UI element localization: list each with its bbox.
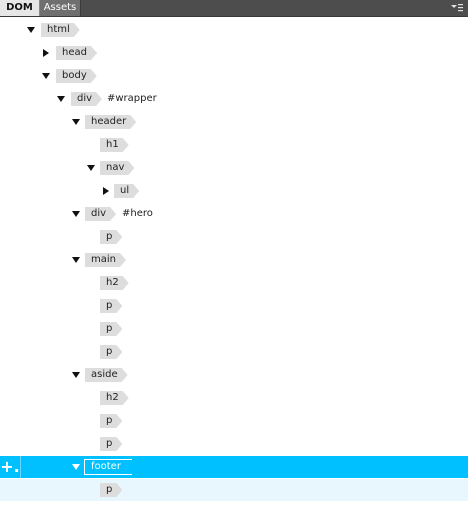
tag-pill[interactable]: div [85,207,116,221]
tree-row-p[interactable]: p [0,479,468,501]
panel-tab-bar: DOM Assets [0,0,468,17]
tree-row-footer[interactable]: +. footer [0,456,468,478]
tag-pill[interactable]: aside [85,368,128,382]
tree-row-html[interactable]: html [0,19,468,41]
tree-row-div-wrapper[interactable]: div #wrapper [0,88,468,110]
tree-row-p[interactable]: p [0,318,468,340]
tree-row-p[interactable]: p [0,341,468,363]
expanded-arrow-icon[interactable] [71,462,81,472]
tree-row-p[interactable]: p [0,226,468,248]
expanded-arrow-icon[interactable] [71,255,81,265]
tree-row-ul[interactable]: ul [0,180,468,202]
dom-panel: DOM Assets html head body div #wrapper h… [0,0,468,513]
element-id-label: #wrapper [107,93,157,104]
element-id-label: #hero [122,208,153,219]
tree-row-body[interactable]: body [0,65,468,87]
expanded-arrow-icon[interactable] [26,25,36,35]
tree-row-div-hero[interactable]: div #hero [0,203,468,225]
tag-pill[interactable]: p [100,437,122,451]
tag-pill[interactable]: p [100,299,122,313]
tag-pill[interactable]: h1 [100,138,129,152]
tree-row-h1[interactable]: h1 [0,134,468,156]
tag-pill[interactable]: p [100,345,122,359]
tag-pill[interactable]: body [56,69,97,83]
tree-row-header[interactable]: header [0,111,468,133]
dom-tree: html head body div #wrapper header h1 na… [0,17,468,513]
expanded-arrow-icon[interactable] [56,94,66,104]
tag-pill[interactable]: main [85,253,126,267]
collapsed-arrow-icon[interactable] [101,186,111,196]
tree-row-h2[interactable]: h2 [0,387,468,409]
tree-row-aside[interactable]: aside [0,364,468,386]
tree-row-p[interactable]: p [0,433,468,455]
tag-pill[interactable]: p [100,322,122,336]
expanded-arrow-icon[interactable] [71,370,81,380]
collapsed-arrow-icon[interactable] [41,48,51,58]
tag-pill[interactable]: html [41,23,80,37]
panel-menu-icon[interactable] [450,2,464,14]
tag-pill[interactable]: h2 [100,276,129,290]
tag-pill[interactable]: h2 [100,391,129,405]
tab-dom[interactable]: DOM [0,0,40,16]
tag-pill[interactable]: header [85,115,136,129]
tree-row-main[interactable]: main [0,249,468,271]
expanded-arrow-icon[interactable] [86,163,96,173]
tag-pill[interactable]: p [100,230,122,244]
tab-assets[interactable]: Assets [40,0,81,16]
tag-pill[interactable]: footer [85,460,131,474]
expanded-arrow-icon[interactable] [71,209,81,219]
expanded-arrow-icon[interactable] [71,117,81,127]
tag-pill[interactable]: ul [114,184,139,198]
add-element-button[interactable]: +. [0,456,21,478]
tag-pill[interactable]: head [56,46,97,60]
tree-row-nav[interactable]: nav [0,157,468,179]
tree-row-h2[interactable]: h2 [0,272,468,294]
tag-pill[interactable]: nav [100,161,134,175]
tree-row-p[interactable]: p [0,295,468,317]
tag-pill[interactable]: div [71,92,102,106]
tree-row-head[interactable]: head [0,42,468,64]
tree-row-p[interactable]: p [0,410,468,432]
expanded-arrow-icon[interactable] [41,71,51,81]
tag-pill[interactable]: p [100,483,122,497]
tag-pill[interactable]: p [100,414,122,428]
